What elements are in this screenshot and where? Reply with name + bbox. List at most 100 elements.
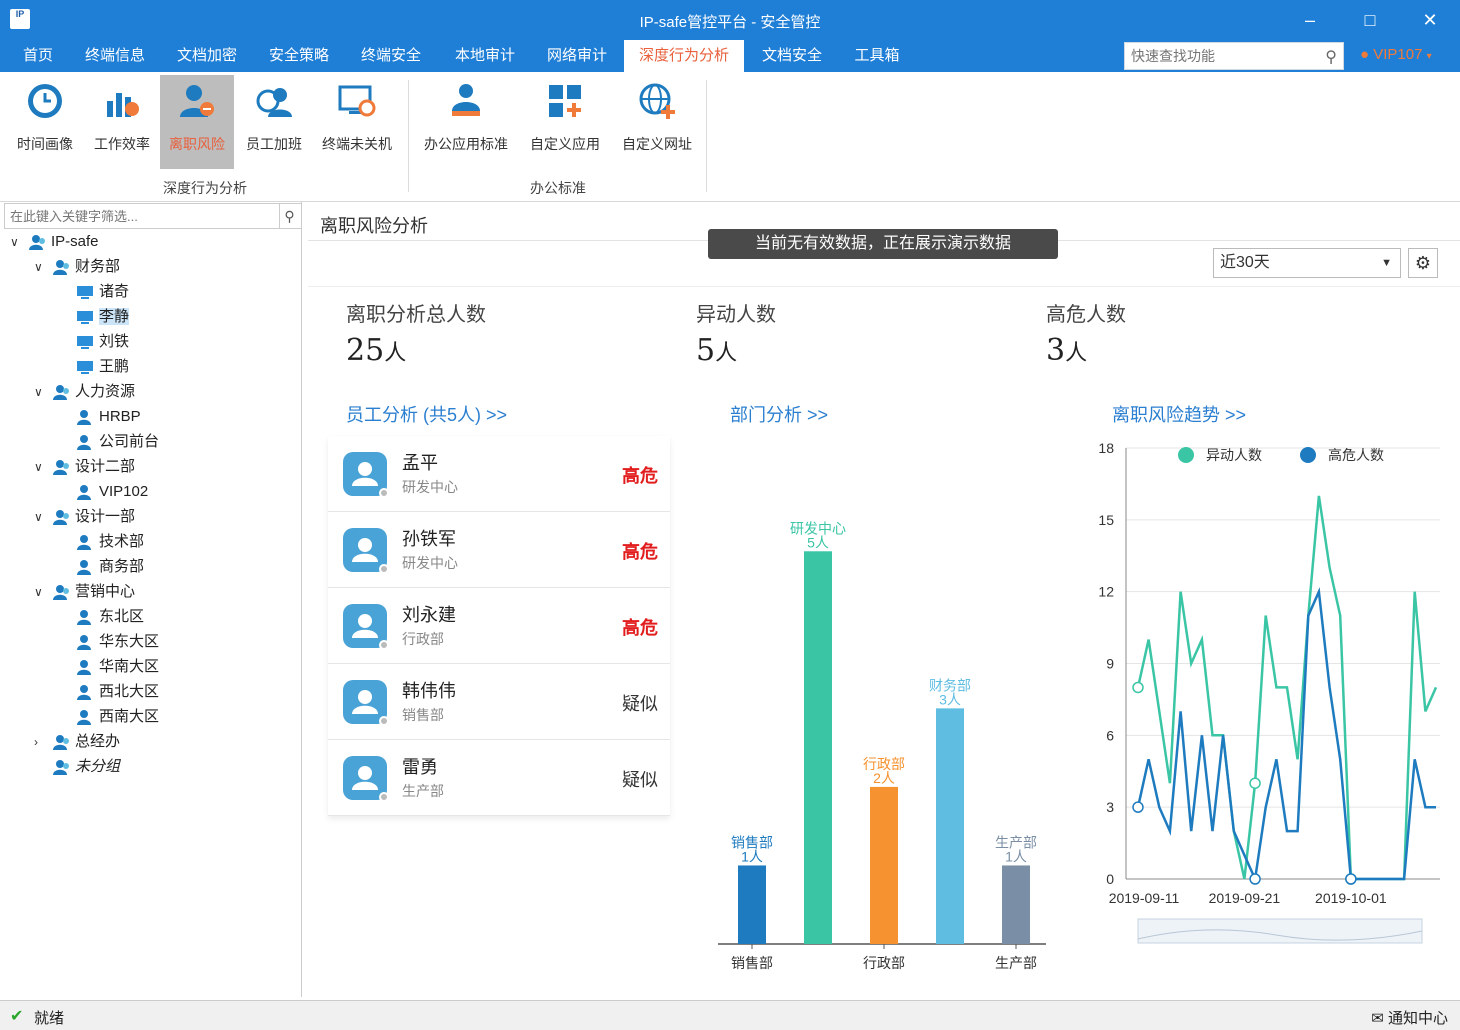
bar-value-label: 3人 bbox=[939, 691, 961, 707]
tree-node[interactable]: 李静 bbox=[58, 305, 130, 329]
bar[interactable] bbox=[870, 786, 898, 944]
ribbon-work-efficiency[interactable]: 工作效率 bbox=[86, 75, 158, 169]
maximize-button[interactable]: □ bbox=[1350, 6, 1390, 34]
data-point[interactable] bbox=[1132, 801, 1144, 813]
tree-node-label: 人力资源 bbox=[75, 383, 136, 400]
legend-label[interactable]: 异动人数 bbox=[1206, 447, 1262, 463]
tree-node[interactable]: 未分组 bbox=[34, 755, 120, 779]
data-point[interactable] bbox=[1249, 777, 1261, 789]
chevron-right-icon[interactable]: › bbox=[34, 730, 52, 754]
tree-node[interactable]: 公司前台 bbox=[58, 430, 159, 454]
employee-row[interactable]: 韩伟伟 销售部 疑似 bbox=[328, 664, 670, 740]
tree-node[interactable]: 西南大区 bbox=[58, 705, 159, 729]
tab-doc-encrypt[interactable]: 文档加密 bbox=[168, 40, 246, 72]
ribbon-office-app-standard[interactable]: 办公应用标准 bbox=[416, 75, 516, 169]
tab-doc-security[interactable]: 文档安全 bbox=[752, 40, 832, 72]
close-button[interactable]: ✕ bbox=[1410, 6, 1450, 34]
employee-row[interactable]: 孟平 研发中心 高危 bbox=[328, 436, 670, 512]
tree-node[interactable]: ∨ 设计一部 bbox=[34, 505, 135, 529]
tree-node-label: HRBP bbox=[99, 408, 141, 425]
tree-node[interactable]: ∨ IP-safe bbox=[10, 230, 99, 254]
dept-analysis-link[interactable]: 部门分析 >> bbox=[730, 401, 828, 427]
minimize-button[interactable]: – bbox=[1290, 6, 1330, 34]
notification-center-button[interactable]: ✉ 通知中心 bbox=[1371, 1007, 1448, 1028]
tree-node[interactable]: 刘铁 bbox=[58, 330, 129, 354]
quick-search-input[interactable] bbox=[1125, 43, 1315, 69]
tree-node[interactable]: ∨ 设计二部 bbox=[34, 455, 135, 479]
tree-node[interactable]: 商务部 bbox=[58, 555, 144, 579]
group-icon bbox=[53, 510, 69, 526]
tab-home[interactable]: 首页 bbox=[8, 40, 68, 72]
bar[interactable] bbox=[1002, 865, 1030, 944]
chevron-down-icon[interactable]: ∨ bbox=[34, 380, 52, 404]
chevron-down-icon[interactable]: ∨ bbox=[34, 505, 52, 529]
tree-node-label: 刘铁 bbox=[99, 333, 130, 350]
tree-node-label: 营销中心 bbox=[75, 583, 136, 600]
chevron-down-icon[interactable]: ∨ bbox=[34, 255, 52, 279]
employee-analysis-link[interactable]: 员工分析 (共5人) >> bbox=[346, 401, 507, 427]
legend-label[interactable]: 高危人数 bbox=[1328, 447, 1384, 463]
employee-row[interactable]: 刘永建 行政部 高危 bbox=[328, 588, 670, 664]
chevron-down-icon[interactable]: ∨ bbox=[34, 580, 52, 604]
employee-row[interactable]: 雷勇 生产部 疑似 bbox=[328, 740, 670, 816]
ribbon-custom-app[interactable]: 自定义应用 bbox=[522, 75, 608, 169]
user-icon bbox=[77, 685, 91, 701]
status-text: 就绪 bbox=[34, 1010, 65, 1027]
tab-network-audit[interactable]: 网络审计 bbox=[538, 40, 616, 72]
tree-node[interactable]: 华东大区 bbox=[58, 630, 159, 654]
ribbon-resign-risk[interactable]: 离职风险 bbox=[160, 75, 234, 169]
tab-terminal-info[interactable]: 终端信息 bbox=[76, 40, 154, 72]
data-zoom-slider[interactable] bbox=[1137, 918, 1423, 944]
chevron-down-icon: ▾ bbox=[1426, 51, 1432, 62]
tree-node[interactable]: 华南大区 bbox=[58, 655, 159, 679]
risk-badge: 高危 bbox=[622, 466, 658, 486]
tree-node[interactable]: ∨ 财务部 bbox=[34, 255, 120, 279]
y-tick-label: 15 bbox=[1098, 512, 1114, 528]
tree-node-label: 西南大区 bbox=[99, 708, 160, 725]
ribbon-custom-url[interactable]: 自定义网址 bbox=[614, 75, 700, 169]
tree-node[interactable]: 技术部 bbox=[58, 530, 144, 554]
tree-node[interactable]: ∨ 营销中心 bbox=[34, 580, 135, 604]
ribbon-overtime[interactable]: 员工加班 bbox=[238, 75, 310, 169]
tree-node[interactable]: 东北区 bbox=[58, 605, 144, 629]
tree-node-label: 诸奇 bbox=[99, 283, 130, 300]
mail-icon: ✉ bbox=[1371, 1010, 1384, 1027]
ribbon-time-portrait[interactable]: 时间画像 bbox=[8, 75, 82, 169]
tab-terminal-security[interactable]: 终端安全 bbox=[352, 40, 430, 72]
settings-button[interactable]: ⚙ bbox=[1408, 248, 1438, 278]
tab-security-policy[interactable]: 安全策略 bbox=[260, 40, 338, 72]
tree-node[interactable]: › 总经办 bbox=[34, 730, 120, 754]
tree-node[interactable]: ∨ 人力资源 bbox=[34, 380, 135, 404]
data-point[interactable] bbox=[1132, 681, 1144, 694]
chevron-down-icon[interactable]: ∨ bbox=[10, 230, 28, 254]
tree-filter-input[interactable] bbox=[5, 204, 275, 228]
search-icon[interactable]: ⚲ bbox=[279, 204, 299, 228]
user-icon bbox=[77, 660, 91, 676]
series-line[interactable] bbox=[1136, 495, 1438, 881]
tree-node[interactable]: 王鹏 bbox=[58, 355, 129, 379]
status-dot bbox=[379, 716, 389, 726]
data-point[interactable] bbox=[1345, 873, 1357, 885]
stat-high-risk: 高危人数 3人 bbox=[1046, 304, 1126, 368]
bar[interactable] bbox=[738, 865, 766, 944]
tree-node-label: 财务部 bbox=[75, 258, 121, 275]
data-point[interactable] bbox=[1249, 873, 1261, 885]
user-menu[interactable]: ● VIP107 ▾ bbox=[1360, 46, 1432, 63]
tree-node[interactable]: HRBP bbox=[58, 405, 141, 429]
group-icon bbox=[53, 760, 69, 776]
bar[interactable] bbox=[804, 551, 832, 944]
tab-local-audit[interactable]: 本地审计 bbox=[446, 40, 524, 72]
tab-deep-behavior[interactable]: 深度行为分析 bbox=[624, 40, 744, 72]
tree-node[interactable]: 诸奇 bbox=[58, 280, 129, 304]
tab-toolbox[interactable]: 工具箱 bbox=[844, 40, 910, 72]
bar[interactable] bbox=[936, 708, 964, 944]
tree-node[interactable]: 西北大区 bbox=[58, 680, 159, 704]
chevron-down-icon[interactable]: ∨ bbox=[34, 455, 52, 479]
ribbon-terminal-not-off[interactable]: 终端未关机 bbox=[314, 75, 400, 169]
trend-link[interactable]: 离职风险趋势 >> bbox=[1112, 401, 1246, 427]
date-range-select[interactable]: 近30天 ▼ bbox=[1213, 248, 1401, 278]
employee-row[interactable]: 孙铁军 研发中心 高危 bbox=[328, 512, 670, 588]
tree-node[interactable]: VIP102 bbox=[58, 480, 148, 504]
chevron-down-icon: ▼ bbox=[1381, 257, 1392, 269]
search-icon[interactable]: ⚲ bbox=[1325, 47, 1337, 67]
